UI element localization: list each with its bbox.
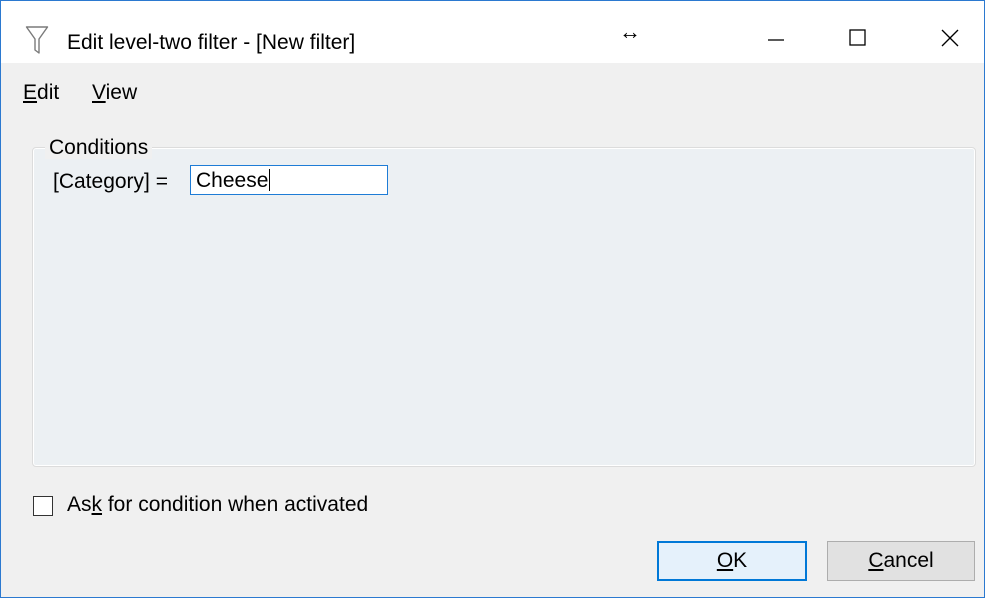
maximize-icon <box>849 29 866 46</box>
ok-label: K <box>733 549 748 572</box>
minimize-icon <box>768 39 784 41</box>
menu-view-mnemonic: V <box>92 81 106 104</box>
menu-edit[interactable]: Edit <box>23 81 59 105</box>
cancel-label: ancel <box>883 549 934 572</box>
dialog-window: Edit level-two filter - [New filter] ↔ E… <box>0 0 985 598</box>
minimize-button[interactable] <box>753 15 799 61</box>
close-icon <box>941 29 959 47</box>
condition-field-label: [Category] = <box>53 170 168 193</box>
title-bar[interactable]: Edit level-two filter - [New filter] ↔ <box>1 1 984 63</box>
resize-horizontal-icon: ↔ <box>619 19 641 44</box>
ask-condition-checkbox[interactable] <box>33 496 53 516</box>
menu-view-label: iew <box>105 81 138 104</box>
window-title: Edit level-two filter - [New filter] <box>67 31 356 54</box>
condition-value-text: Cheese <box>196 169 269 192</box>
menu-edit-mnemonic: E <box>23 81 38 104</box>
cancel-mnemonic: C <box>868 549 884 572</box>
close-button[interactable] <box>927 15 973 61</box>
conditions-legend: Conditions <box>45 137 153 159</box>
ok-button[interactable]: OK <box>657 541 807 581</box>
menu-edit-label: dit <box>37 81 60 104</box>
cancel-button[interactable]: Cancel <box>827 541 975 581</box>
condition-value-input[interactable]: Cheese <box>190 165 388 195</box>
ask-label-pre: As <box>67 493 92 516</box>
menu-bar: Edit View <box>1 63 984 119</box>
ask-label-mnemonic: k <box>91 493 103 516</box>
conditions-group <box>32 147 976 467</box>
ok-mnemonic: O <box>716 549 734 572</box>
text-caret <box>269 169 271 191</box>
menu-view[interactable]: View <box>92 81 137 105</box>
maximize-button[interactable] <box>835 15 881 61</box>
ask-label-post: for condition when activated <box>102 493 369 516</box>
ask-condition-label[interactable]: Ask for condition when activated <box>67 493 368 517</box>
funnel-icon <box>25 26 49 54</box>
